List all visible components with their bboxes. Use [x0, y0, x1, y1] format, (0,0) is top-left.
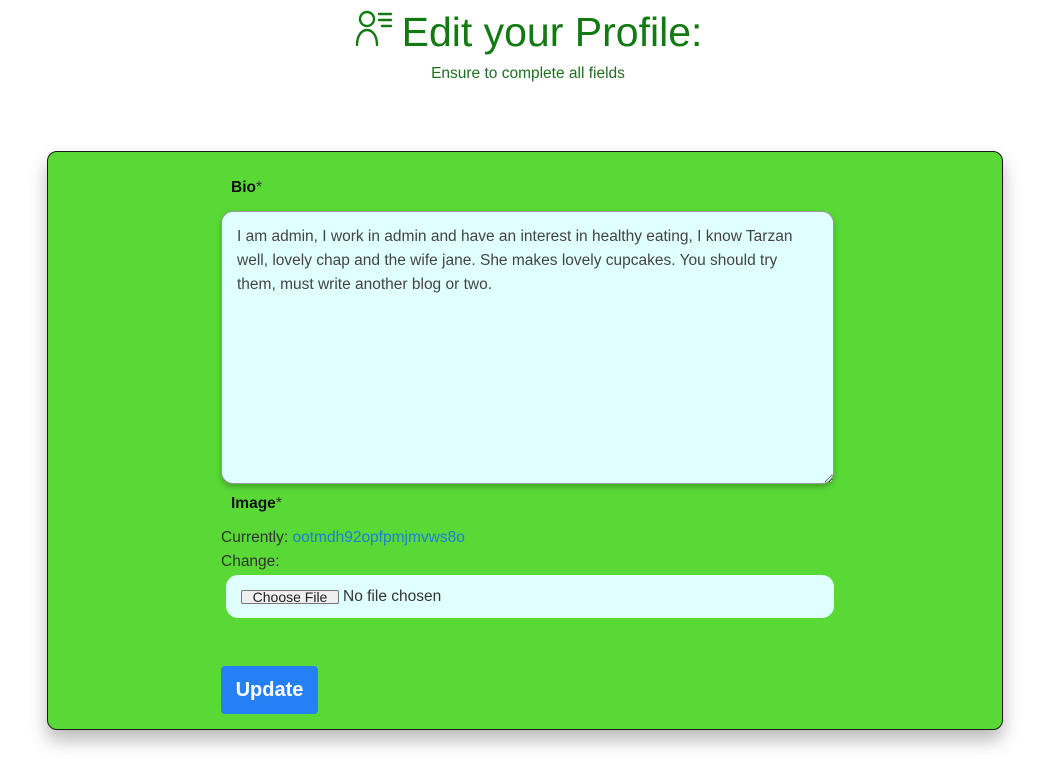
choose-file-button[interactable]: Choose File — [241, 589, 339, 604]
image-label-text: Image — [231, 495, 276, 512]
bio-textarea[interactable]: I am admin, I work in admin and have an … — [221, 211, 834, 484]
page-subtitle: Ensure to complete all fields — [431, 65, 625, 82]
user-list-icon — [355, 10, 392, 47]
bio-required-marker: * — [255, 179, 263, 196]
title-row: Edit your Profile: — [0, 4, 1056, 58]
file-input-field: Choose File No file chosen — [226, 575, 834, 618]
current-image-link[interactable]: ootmdh92opfpmjmvws8o — [293, 529, 465, 546]
current-image-row: Currently: ootmdh92opfpmjmvws8o — [221, 529, 465, 547]
update-button[interactable]: Update — [221, 666, 318, 714]
image-required-marker: * — [275, 495, 282, 512]
profile-form-card: Bio* I am admin, I work in admin and hav… — [47, 151, 1003, 730]
bio-label-text: Bio — [231, 179, 256, 196]
file-status-text: No file chosen — [343, 587, 442, 605]
currently-label: Currently: — [221, 529, 289, 546]
bio-label: Bio* — [231, 179, 262, 197]
change-label: Change: — [221, 553, 280, 570]
image-label: Image* — [231, 495, 282, 513]
page-title: Edit your Profile: — [401, 9, 703, 55]
